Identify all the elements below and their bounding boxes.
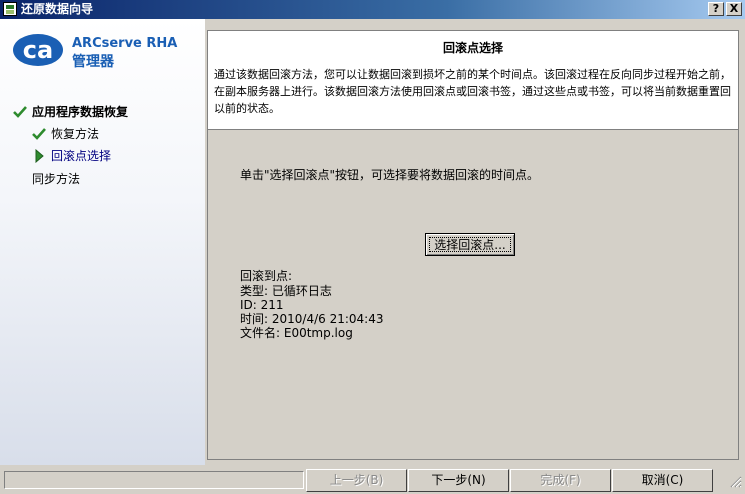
help-button[interactable]: ? xyxy=(708,2,724,16)
ca-logo-icon: ca xyxy=(13,34,63,66)
nav-step-label: 回滚点选择 xyxy=(51,149,112,163)
rollback-info-filename: 文件名: E00tmp.log xyxy=(240,326,353,340)
nav-step-label: 同步方法 xyxy=(32,172,81,186)
status-progress-bar xyxy=(4,471,304,489)
title-bar[interactable]: 还原数据向导 ? X xyxy=(0,0,745,19)
brand-name: ARCserve RHA xyxy=(72,36,178,51)
cancel-button[interactable]: 取消(C) xyxy=(612,469,713,492)
close-button[interactable]: X xyxy=(726,2,742,16)
wizard-button-bar: 上一步(B) 下一步(N) 完成(F) 取消(C) xyxy=(0,468,745,494)
wizard-app-icon xyxy=(3,2,17,16)
rollback-info-time: 时间: 2010/4/6 21:04:43 xyxy=(240,312,384,326)
logo-letters: ca xyxy=(23,36,53,64)
nav-main-label: 应用程序数据恢复 xyxy=(32,105,129,119)
resize-grip-icon[interactable] xyxy=(728,474,742,488)
checkmark-icon xyxy=(13,106,27,118)
checkmark-icon xyxy=(32,128,46,140)
finish-button[interactable]: 完成(F) xyxy=(510,469,611,492)
brand-subtitle: 管理器 xyxy=(72,54,114,70)
step-description: 通过该数据回滚方法，您可以让数据回滚到损坏之前的某个时间点。该回滚过程在反向同步… xyxy=(214,68,731,115)
window-title: 还原数据向导 xyxy=(21,2,94,16)
step-title: 回滚点选择 xyxy=(442,41,503,55)
wizard-sidebar: ca ARCserve RHA 管理器 应用程序数据恢复 恢复方法 回滚点选择 … xyxy=(0,19,205,465)
select-rollback-point-label: 选择回滚点... xyxy=(434,238,506,252)
nav-step-label: 恢复方法 xyxy=(51,127,100,141)
step-header: 回滚点选择 通过该数据回滚方法，您可以让数据回滚到损坏之前的某个时间点。该回滚过… xyxy=(208,31,738,130)
current-step-arrow-icon xyxy=(35,149,44,163)
next-button[interactable]: 下一步(N) xyxy=(408,469,509,492)
rollback-info-type: 类型: 已循环日志 xyxy=(240,284,332,298)
rollback-info-id: ID: 211 xyxy=(240,298,284,312)
instruction-text: 单击"选择回滚点"按钮，可选择要将数据回滚的时间点。 xyxy=(240,168,540,182)
rollback-info-heading: 回滚到点: xyxy=(240,269,293,283)
step-content-panel: 回滚点选择 通过该数据回滚方法，您可以让数据回滚到损坏之前的某个时间点。该回滚过… xyxy=(207,30,739,460)
select-rollback-point-button[interactable]: 选择回滚点... xyxy=(425,233,515,256)
back-button[interactable]: 上一步(B) xyxy=(306,469,407,492)
